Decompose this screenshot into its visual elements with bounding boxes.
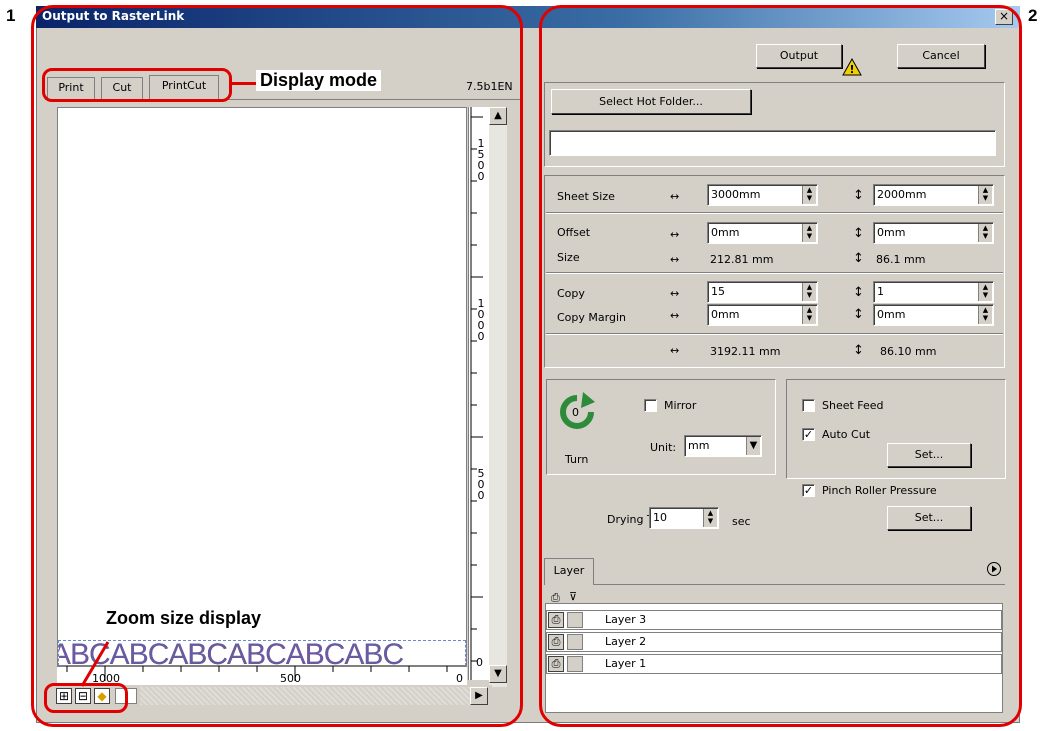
callout-number-2: 2	[1028, 6, 1038, 25]
left-pane-highlight	[31, 5, 523, 727]
right-pane-highlight	[539, 5, 1022, 727]
callout-number-1: 1	[6, 6, 16, 25]
